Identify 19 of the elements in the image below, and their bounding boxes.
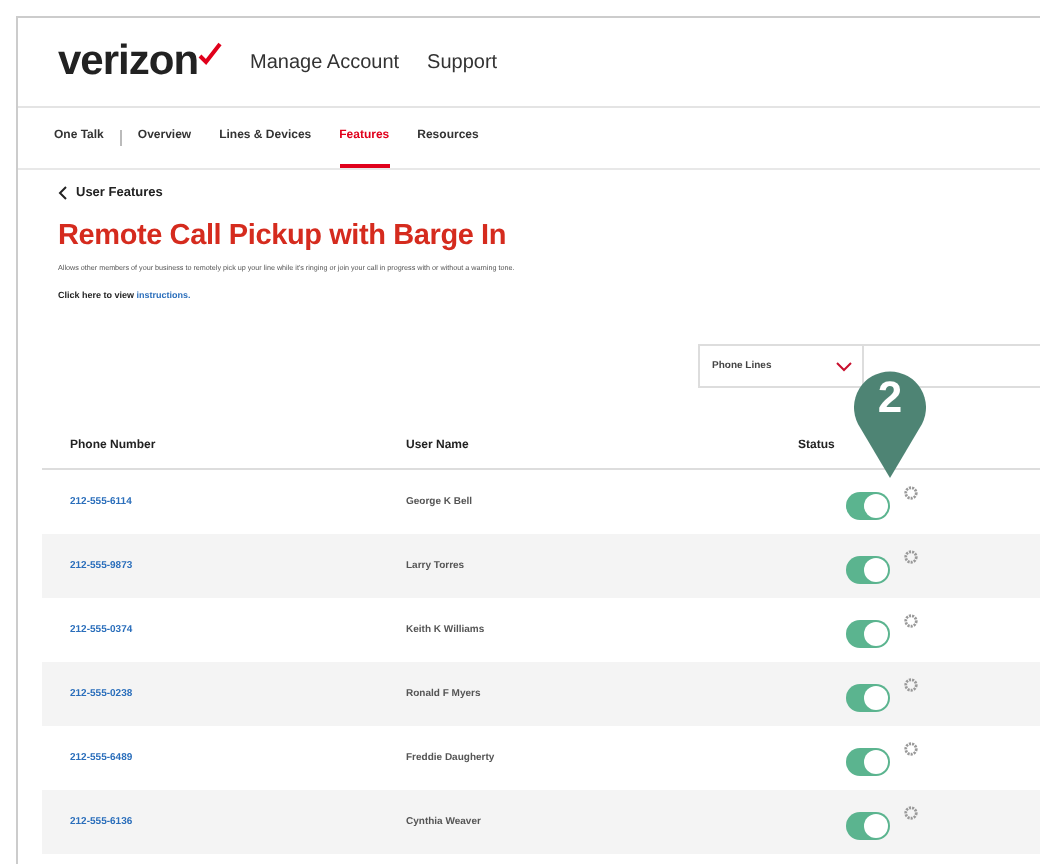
caret-icon	[836, 361, 852, 371]
toggle-switch[interactable]	[846, 619, 890, 647]
toggle-switch[interactable]	[846, 555, 890, 583]
chevron-left-icon	[58, 186, 68, 200]
toggle-switch[interactable]	[846, 811, 890, 839]
settings-icon[interactable]	[904, 549, 918, 563]
logo[interactable]: verizon	[58, 38, 223, 86]
settings-icon[interactable]	[904, 741, 918, 755]
toggle-switch[interactable]	[846, 747, 890, 775]
settings-icon[interactable]	[904, 485, 918, 499]
nav-link[interactable]: Manage Account	[250, 51, 400, 73]
page-title: Remote Call Pickup with Barge In	[58, 220, 509, 252]
settings-icon[interactable]	[904, 613, 918, 627]
nav-link[interactable]: Support	[427, 51, 498, 73]
toggle-switch[interactable]	[846, 683, 890, 711]
toggle-switch[interactable]	[846, 491, 890, 519]
checkmark-icon	[198, 42, 223, 66]
settings-icon[interactable]	[904, 805, 918, 819]
settings-icon[interactable]	[904, 677, 918, 691]
